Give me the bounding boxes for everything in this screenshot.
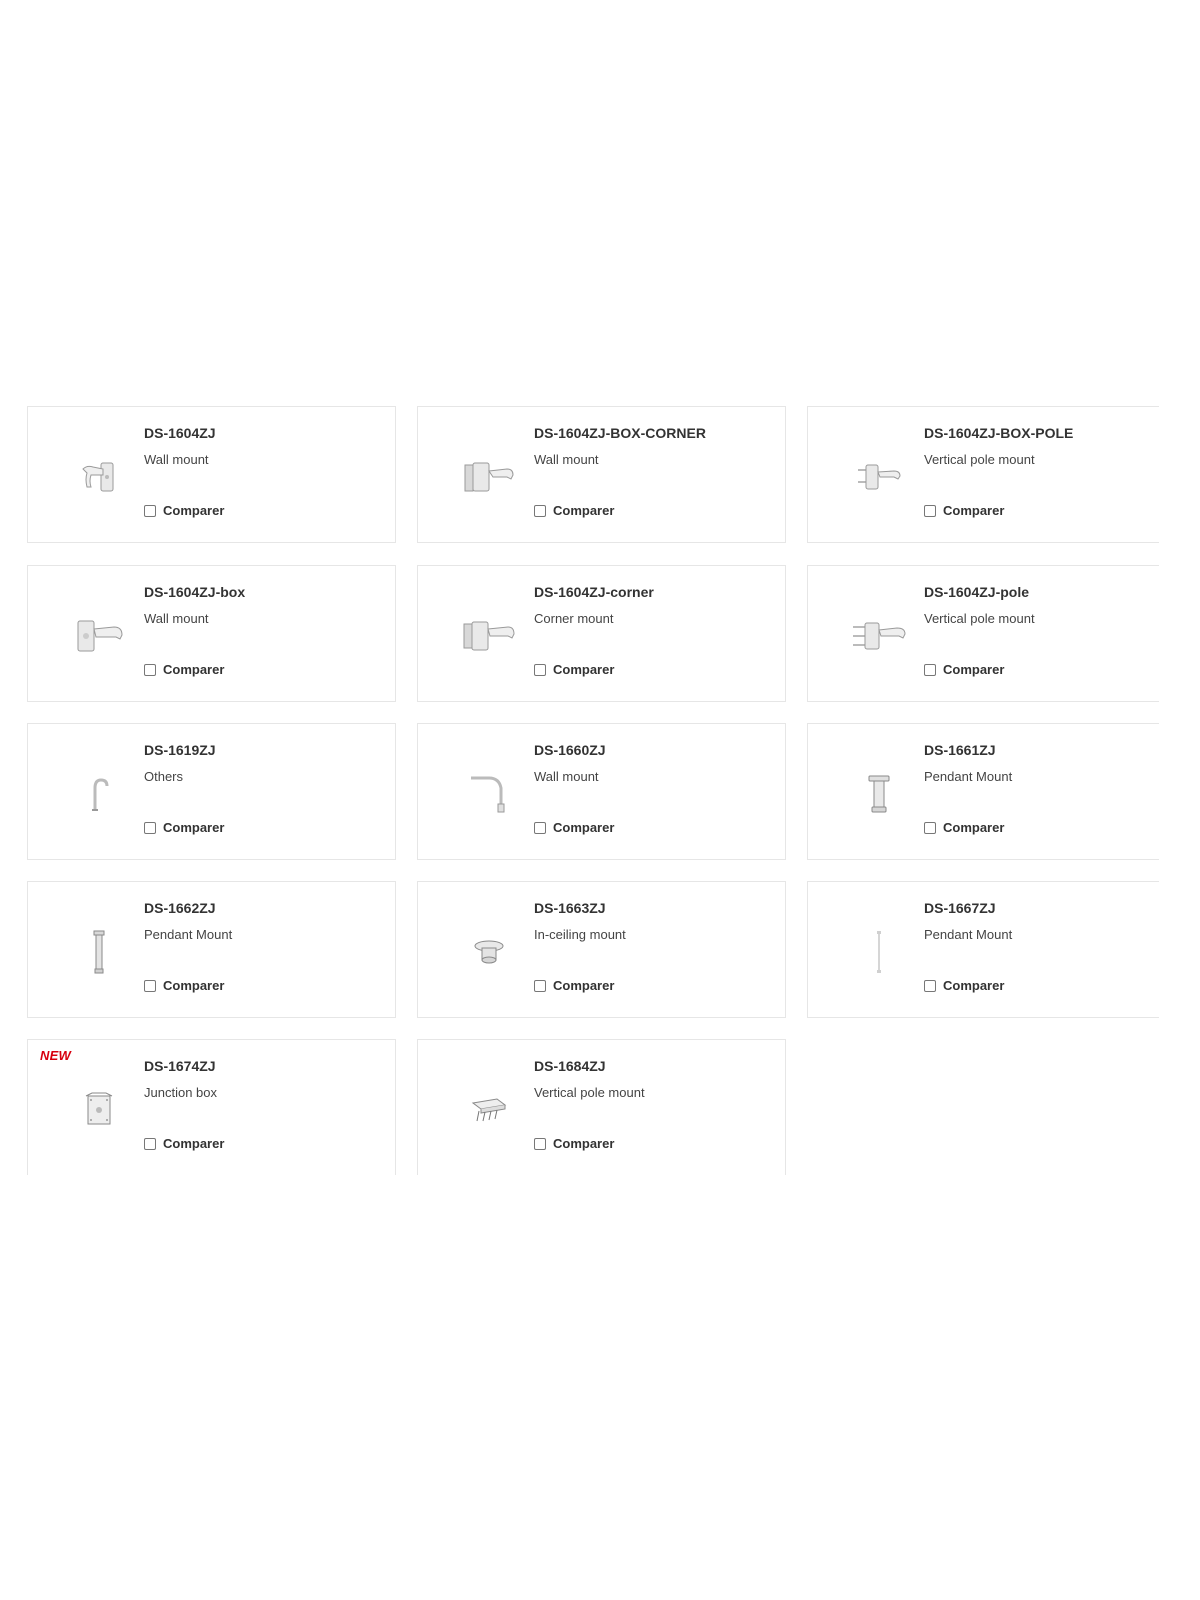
compare-checkbox[interactable]: Comparer [144,1136,224,1151]
product-card[interactable]: DS-1604ZJ-BOX-CORNER Wall mount Comparer [417,406,786,543]
product-model[interactable]: DS-1660ZJ [534,742,606,758]
product-model[interactable]: DS-1667ZJ [924,900,996,916]
checkbox-icon[interactable] [534,504,546,517]
product-type: Pendant Mount [924,927,1013,942]
product-card[interactable]: DS-1684ZJ Vertical pole mount Comparer [417,1039,786,1175]
product-type: Junction box [144,1085,217,1100]
compare-checkbox[interactable]: Comparer [144,820,224,835]
product-card[interactable]: DS-1662ZJ Pendant Mount Comparer [27,881,396,1018]
product-type: In-ceiling mount [534,927,626,942]
compare-label: Comparer [163,820,225,835]
product-type: Corner mount [534,611,614,626]
compare-checkbox[interactable]: Comparer [924,820,1004,835]
pendant-mount-long-icon[interactable] [44,902,154,1002]
corner-bracket-icon[interactable] [434,586,544,686]
compare-label: Comparer [553,820,615,835]
product-model[interactable]: DS-1604ZJ-BOX-CORNER [534,425,706,441]
product-card[interactable]: DS-1604ZJ Wall mount Comparer [27,406,396,543]
checkbox-icon[interactable] [924,821,936,834]
product-model[interactable]: DS-1674ZJ [144,1058,216,1074]
pendant-mount-short-icon[interactable] [824,744,934,844]
compare-label: Comparer [553,503,615,518]
product-type: Vertical pole mount [924,611,1035,626]
product-card[interactable]: DS-1604ZJ-BOX-POLE Vertical pole mount C… [807,406,1159,543]
product-model[interactable]: DS-1661ZJ [924,742,996,758]
product-grid: DS-1604ZJ Wall mount Comparer DS-1604ZJ-… [0,0,1200,1600]
compare-checkbox[interactable]: Comparer [534,503,614,518]
compare-checkbox[interactable]: Comparer [534,1136,614,1151]
pendant-rod-icon[interactable] [824,902,934,1002]
product-model[interactable]: DS-1604ZJ-pole [924,584,1029,600]
checkbox-icon[interactable] [144,979,156,992]
in-ceiling-mount-icon[interactable] [434,902,544,1002]
compare-label: Comparer [163,1136,225,1151]
checkbox-icon[interactable] [144,1137,156,1150]
product-type: Pendant Mount [144,927,233,942]
compare-label: Comparer [163,978,225,993]
compare-label: Comparer [553,978,615,993]
product-type: Wall mount [144,452,209,467]
checkbox-icon[interactable] [534,1137,546,1150]
compare-label: Comparer [163,503,225,518]
wall-box-bracket-icon[interactable] [44,586,154,686]
product-model[interactable]: DS-1604ZJ-BOX-POLE [924,425,1073,441]
product-card[interactable]: DS-1604ZJ-box Wall mount Comparer [27,565,396,702]
junction-box-icon[interactable] [44,1060,154,1160]
compare-checkbox[interactable]: Comparer [144,503,224,518]
pole-mount-plate-icon[interactable] [434,1060,544,1160]
product-card[interactable]: DS-1660ZJ Wall mount Comparer [417,723,786,860]
compare-label: Comparer [163,662,225,677]
product-type: Others [144,769,184,784]
product-model[interactable]: DS-1604ZJ [144,425,216,441]
product-type: Vertical pole mount [534,1085,645,1100]
compare-checkbox[interactable]: Comparer [144,662,224,677]
product-type: Pendant Mount [924,769,1013,784]
compare-checkbox[interactable]: Comparer [534,820,614,835]
checkbox-icon[interactable] [144,663,156,676]
product-type: Wall mount [144,611,209,626]
checkbox-icon[interactable] [924,504,936,517]
checkbox-icon[interactable] [534,663,546,676]
compare-label: Comparer [943,662,1005,677]
product-card[interactable]: NEW DS-1674ZJ Junction box Comparer [27,1039,396,1175]
product-model[interactable]: DS-1604ZJ-box [144,584,245,600]
product-model[interactable]: DS-1662ZJ [144,900,216,916]
pole-box-bracket-icon[interactable] [824,427,934,527]
compare-checkbox[interactable]: Comparer [924,503,1004,518]
product-card[interactable]: DS-1604ZJ-pole Vertical pole mount Compa… [807,565,1159,702]
wall-mount-bracket-icon[interactable] [44,427,154,527]
corner-box-bracket-icon[interactable] [434,427,544,527]
compare-checkbox[interactable]: Comparer [924,662,1004,677]
product-model[interactable]: DS-1663ZJ [534,900,606,916]
product-card[interactable]: DS-1619ZJ Others Comparer [27,723,396,860]
compare-checkbox[interactable]: Comparer [534,662,614,677]
compare-label: Comparer [553,1136,615,1151]
compare-label: Comparer [943,978,1005,993]
checkbox-icon[interactable] [144,821,156,834]
compare-checkbox[interactable]: Comparer [534,978,614,993]
compare-checkbox[interactable]: Comparer [924,978,1004,993]
checkbox-icon[interactable] [924,979,936,992]
compare-label: Comparer [943,503,1005,518]
product-type: Vertical pole mount [924,452,1035,467]
compare-checkbox[interactable]: Comparer [144,978,224,993]
compare-label: Comparer [943,820,1005,835]
product-type: Wall mount [534,452,599,467]
checkbox-icon[interactable] [144,504,156,517]
wall-arm-mount-icon[interactable] [434,744,544,844]
checkbox-icon[interactable] [924,663,936,676]
product-model[interactable]: DS-1604ZJ-corner [534,584,654,600]
product-type: Wall mount [534,769,599,784]
product-model[interactable]: DS-1684ZJ [534,1058,606,1074]
product-card[interactable]: DS-1667ZJ Pendant Mount Comparer [807,881,1159,1018]
pole-bracket-icon[interactable] [824,586,934,686]
gooseneck-mount-icon[interactable] [44,744,154,844]
checkbox-icon[interactable] [534,979,546,992]
product-model[interactable]: DS-1619ZJ [144,742,216,758]
product-card[interactable]: DS-1663ZJ In-ceiling mount Comparer [417,881,786,1018]
product-card[interactable]: DS-1604ZJ-corner Corner mount Comparer [417,565,786,702]
checkbox-icon[interactable] [534,821,546,834]
compare-label: Comparer [553,662,615,677]
product-card[interactable]: DS-1661ZJ Pendant Mount Comparer [807,723,1159,860]
